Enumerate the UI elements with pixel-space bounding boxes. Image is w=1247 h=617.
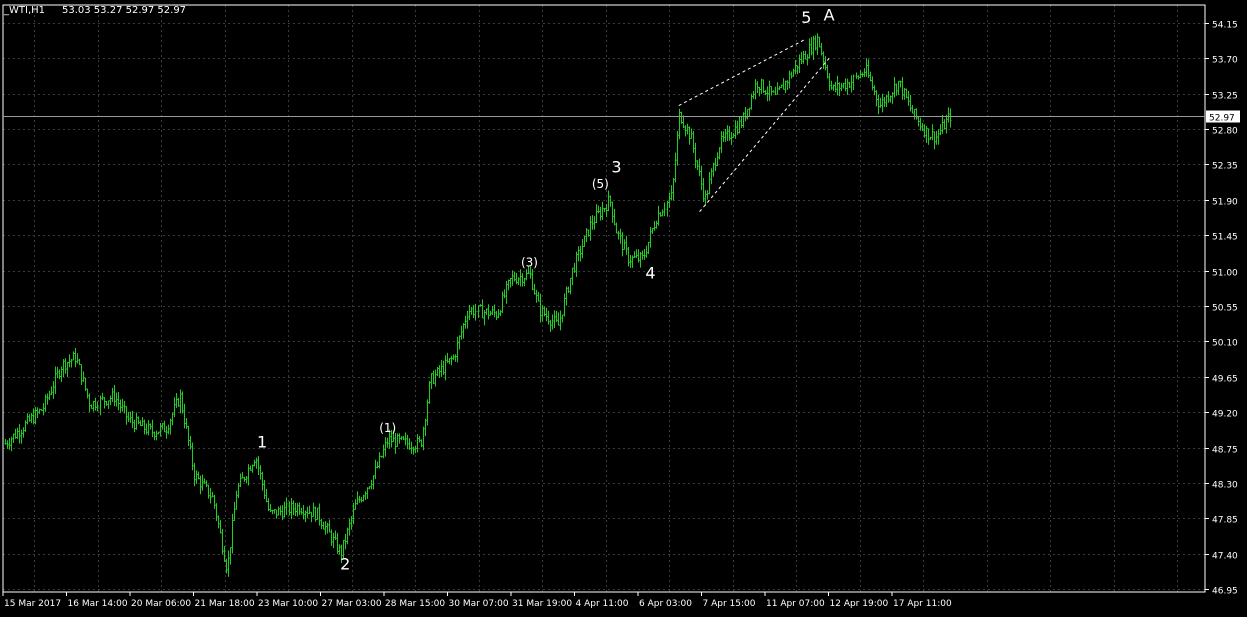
grid xyxy=(3,5,1205,592)
time-tick-label: 31 Mar 19:00 xyxy=(512,599,572,609)
time-tick-label: 12 Apr 19:00 xyxy=(830,599,889,609)
wave-label: 4 xyxy=(645,263,655,282)
wave-label: (5) xyxy=(592,177,609,191)
time-tick-label: 28 Mar 15:00 xyxy=(385,599,445,609)
wave-label: (3) xyxy=(521,256,538,270)
time-tick-label: 16 Mar 14:00 xyxy=(68,599,128,609)
price-tick-label: 47.40 xyxy=(1212,552,1238,562)
price-tick-label: 52.35 xyxy=(1212,162,1238,172)
chart-symbol: _WTI,H1 xyxy=(3,5,45,16)
price-tick-label: 47.85 xyxy=(1212,516,1238,526)
price-tick-label: 51.00 xyxy=(1212,269,1238,279)
time-tick-label: 6 Apr 03:00 xyxy=(639,599,692,609)
wave-label: (1) xyxy=(379,421,396,435)
price-chart[interactable]: 1 2 (1) (3) (5) 3 4 5 A 54.15 53.70 53.25 52.80 52.3… xyxy=(0,0,1247,613)
time-tick-label: 23 Mar 10:00 xyxy=(258,599,318,609)
trendline[interactable] xyxy=(678,38,807,106)
time-tick-label: 27 Mar 03:00 xyxy=(322,599,382,609)
time-tick-label: 15 Mar 2017 xyxy=(4,599,61,609)
price-tick-label: 53.25 xyxy=(1212,92,1238,102)
wave-label: 2 xyxy=(340,554,350,573)
current-price-label: 52.97 xyxy=(1209,114,1235,124)
price-tick-label: 46.95 xyxy=(1212,587,1238,597)
price-tick-label: 50.10 xyxy=(1212,339,1238,349)
wave-label: 5 xyxy=(801,8,811,27)
price-bars xyxy=(4,33,952,577)
wave-label: 1 xyxy=(257,433,267,452)
time-tick-label: 21 Mar 18:00 xyxy=(195,599,255,609)
price-tick-label: 48.75 xyxy=(1212,446,1238,456)
time-tick-label: 20 Mar 06:00 xyxy=(131,599,191,609)
wave-label: A xyxy=(824,6,835,25)
time-tick-label: 7 Apr 15:00 xyxy=(703,599,756,609)
time-tick-label: 4 Apr 11:00 xyxy=(576,599,629,609)
time-tick-label: 17 Apr 11:00 xyxy=(893,599,952,609)
price-tick-label: 54.15 xyxy=(1212,21,1238,31)
price-tick-label: 51.90 xyxy=(1212,198,1238,208)
time-tick-label: 30 Mar 07:00 xyxy=(449,599,509,609)
price-tick-label: 48.30 xyxy=(1212,481,1238,491)
price-tick-label: 50.55 xyxy=(1212,304,1238,314)
price-tick-label: 52.80 xyxy=(1212,127,1238,137)
chart-canvas[interactable]: 1 2 (1) (3) (5)3 4 5 A 54.15 53.70 53.25 52.80 52.3… xyxy=(0,0,1247,613)
time-tick-label: 11 Apr 07:00 xyxy=(766,599,825,609)
wave-label: 3 xyxy=(611,157,621,176)
plot-frame xyxy=(2,4,1206,593)
trendline[interactable] xyxy=(699,58,830,212)
chart-ohlc: 53.03 53.27 52.97 52.97 xyxy=(62,5,186,16)
price-tick-label: 51.45 xyxy=(1212,233,1238,243)
wave-labels: 1 2 (1) (3) (5)3 4 5 A xyxy=(257,6,835,574)
price-tick-label: 49.20 xyxy=(1212,410,1238,420)
price-tick-label: 53.70 xyxy=(1212,56,1238,66)
price-tick-label: 49.65 xyxy=(1212,375,1238,385)
